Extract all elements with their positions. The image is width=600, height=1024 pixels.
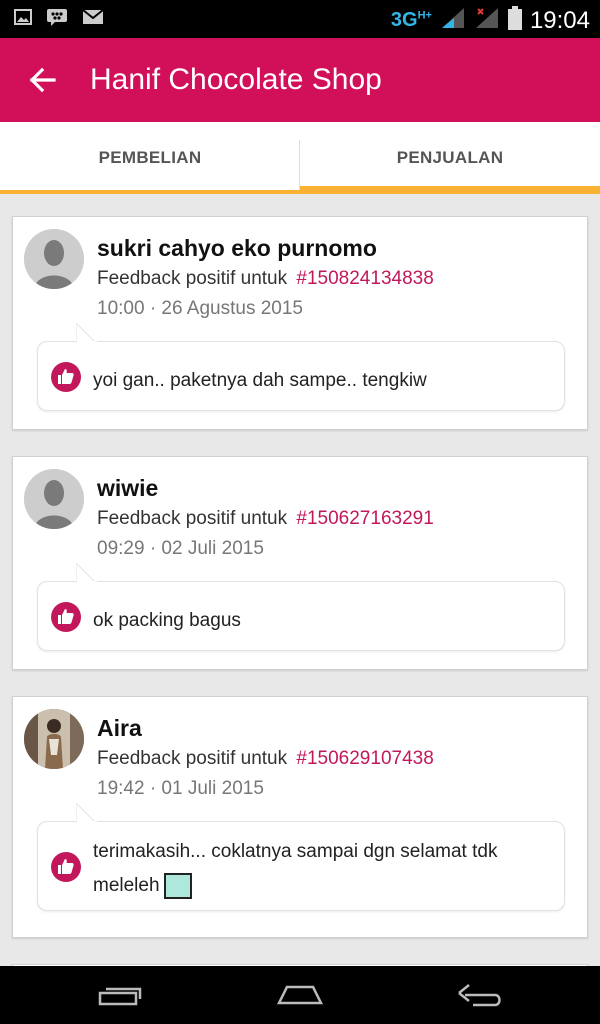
feedback-line: Feedback positif untuk #150629107438	[97, 748, 434, 770]
signal-icon	[440, 6, 466, 35]
comment-bubble: terimakasih... coklatnya sampai dgn sela…	[37, 803, 565, 911]
image-icon	[14, 9, 32, 30]
network-type: 3GH+	[390, 9, 432, 31]
feedback-card: Aira Feedback positif untuk #15062910743…	[12, 696, 588, 938]
comment-text: ok packing bagus	[93, 610, 241, 631]
comment-bubble: yoi gan.. paketnya dah sampe.. tengkiw	[37, 323, 565, 411]
feedback-prefix: Feedback positif untuk	[97, 268, 288, 289]
back-nav-button[interactable]	[420, 966, 540, 1024]
tab-label: PEMBELIAN	[98, 148, 202, 167]
arrow-back-icon	[29, 67, 56, 93]
tab-label: PENJUALAN	[396, 148, 504, 167]
home-icon	[277, 985, 323, 1005]
thumbs-up-icon	[51, 362, 81, 392]
bubble-tail	[76, 323, 97, 343]
comment-text: yoi gan.. paketnya dah sampe.. tengkiw	[93, 370, 427, 391]
home-button[interactable]	[240, 966, 360, 1024]
back-button[interactable]	[0, 38, 84, 122]
timestamp: 09:29 · 02 Juli 2015	[97, 538, 264, 559]
battery-icon	[507, 6, 522, 35]
feedback-prefix: Feedback positif untuk	[97, 748, 288, 769]
mail-icon	[82, 9, 104, 30]
navigation-bar	[0, 966, 600, 1024]
recent-apps-button[interactable]	[60, 966, 180, 1024]
back-icon	[458, 984, 501, 1007]
avatar[interactable]	[24, 469, 84, 529]
page-title: Hanif Chocolate Shop	[90, 63, 382, 96]
bbm-icon	[46, 8, 68, 31]
feedback-line: Feedback positif untuk #150627163291	[97, 508, 434, 530]
feedback-prefix: Feedback positif untuk	[97, 508, 288, 529]
feedback-line: Feedback positif untuk #150824134838	[97, 268, 434, 290]
system-icons: 3GH+ 19:04	[391, 6, 590, 35]
thumbs-up-icon	[51, 852, 81, 882]
comment-text-content: terimakasih... coklatnya sampai dgn sela…	[93, 841, 498, 896]
feedback-card: sukri cahyo eko purnomo Feedback positif…	[12, 216, 588, 430]
reviewer-name[interactable]: Aira	[97, 715, 142, 742]
bubble-tail	[76, 803, 97, 823]
avatar[interactable]	[24, 229, 84, 289]
signal-icon-2	[474, 6, 500, 35]
thumbs-up-icon	[51, 602, 81, 632]
tab-active-indicator	[300, 186, 600, 194]
tab-pembelian[interactable]: PEMBELIAN	[0, 122, 300, 194]
emoji-placeholder	[163, 872, 192, 899]
comment-bubble: ok packing bagus	[37, 563, 565, 651]
order-link[interactable]: #150824134838	[296, 268, 433, 289]
feedback-card: wiwie Feedback positif untuk #1506271632…	[12, 456, 588, 670]
reviewer-name[interactable]: sukri cahyo eko purnomo	[97, 235, 377, 262]
tab-penjualan[interactable]: PENJUALAN	[300, 122, 600, 194]
notification-icons	[14, 8, 104, 31]
order-link[interactable]: #150627163291	[296, 508, 433, 529]
status-bar: 3GH+ 19:04	[0, 0, 600, 38]
app-bar: Hanif Chocolate Shop	[0, 38, 600, 122]
reviewer-name[interactable]: wiwie	[97, 475, 158, 502]
feedback-list[interactable]: sukri cahyo eko purnomo Feedback positif…	[0, 194, 600, 966]
clock: 19:04	[529, 6, 590, 34]
bubble-tail	[76, 563, 97, 583]
comment-text: terimakasih... coklatnya sampai dgn sela…	[93, 835, 552, 903]
tab-bar: PEMBELIAN PENJUALAN	[0, 122, 600, 194]
avatar[interactable]	[24, 709, 84, 769]
timestamp: 10:00 · 26 Agustus 2015	[97, 298, 303, 319]
recent-apps-icon	[98, 987, 142, 1006]
order-link[interactable]: #150629107438	[296, 748, 433, 769]
timestamp: 19:42 · 01 Juli 2015	[97, 778, 264, 799]
